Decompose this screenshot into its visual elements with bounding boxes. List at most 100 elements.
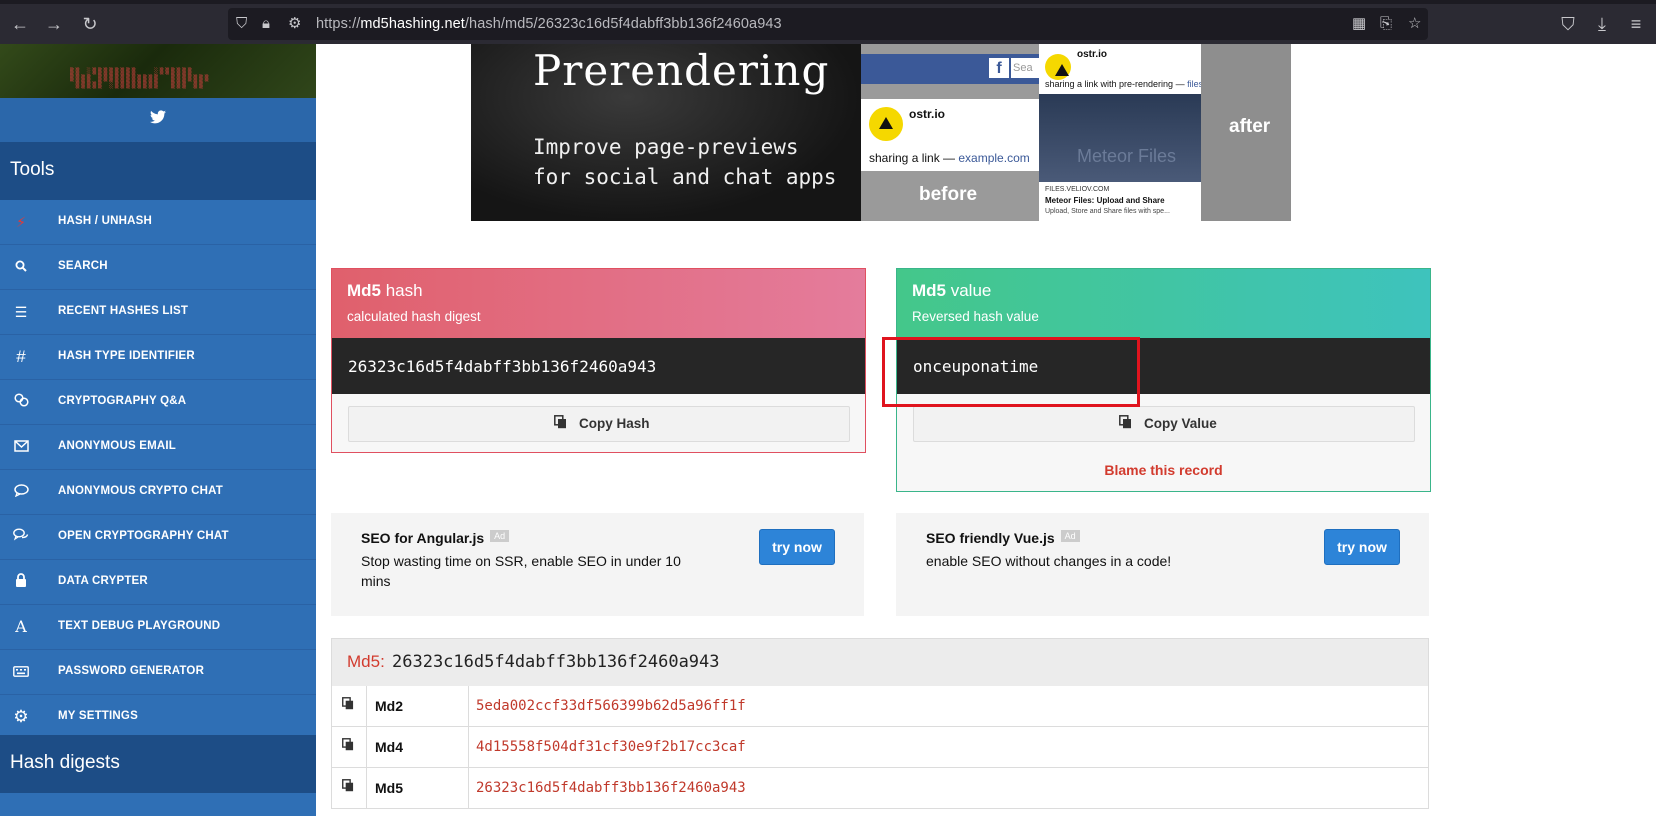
hash-digests-section-header: Hash digests xyxy=(0,735,316,793)
copy-row-button[interactable] xyxy=(332,727,367,767)
sidebar-item-label: HASH / UNHASH xyxy=(58,215,152,227)
hash-box-title: Md5 hash xyxy=(347,281,423,300)
hash-digests-title: Hash digests xyxy=(10,752,120,773)
hash-value-text[interactable]: 26323c16d5f4dabff3bb136f2460a943 xyxy=(348,357,656,376)
sidebar-item-password-generator[interactable]: PASSWORD GENERATOR xyxy=(0,650,316,695)
url-text[interactable]: https://md5hashing.net/hash/md5/26323c16… xyxy=(316,16,782,32)
sidebar-item-label: TEXT DEBUG PLAYGROUND xyxy=(58,620,221,632)
sidebar-item-label: ANONYMOUS CRYPTO CHAT xyxy=(58,485,223,497)
card1-share-text: sharing a link — example.com xyxy=(869,151,1030,165)
copy-value-button[interactable]: Copy Value xyxy=(913,406,1415,442)
sidebar-item-cryptography-qa[interactable]: CRYPTOGRAPHY Q&A xyxy=(0,380,316,425)
sidebar-item-search[interactable]: SEARCH xyxy=(0,245,316,290)
preview-card-after: ostr.io sharing a link with pre-renderin… xyxy=(1039,44,1247,221)
table-row: Md5 26323c16d5f4dabff3bb136f2460a943 xyxy=(331,768,1429,809)
try-now-button[interactable]: try now xyxy=(759,529,835,565)
before-label: before xyxy=(919,184,978,205)
ostr-logo-icon xyxy=(1045,54,1071,80)
md5-hash-box: Md5 hash calculated hash digest 26323c16… xyxy=(331,268,866,453)
card2-description: Upload, Store and Share files with spe..… xyxy=(1045,208,1170,215)
reload-icon[interactable]: ↻ xyxy=(80,14,100,34)
try-now-button[interactable]: try now xyxy=(1324,529,1400,565)
comments-icon xyxy=(12,528,30,546)
sidebar-item-label: MY SETTINGS xyxy=(58,710,138,722)
banner-subtitle-line2: for social and chat apps xyxy=(533,165,837,189)
tools-section-header: Tools xyxy=(0,142,316,200)
copy-value-label: Copy Value xyxy=(1144,416,1217,431)
font-icon: A xyxy=(15,617,27,636)
sidebar-item-label: OPEN CRYPTOGRAPHY CHAT xyxy=(58,530,229,542)
reader-mode-icon[interactable]: ⎘ xyxy=(1380,15,1392,33)
algo-cell: Md2 xyxy=(367,686,469,726)
bookmark-star-icon[interactable]: ☆ xyxy=(1408,15,1421,33)
twitter-bar xyxy=(0,98,316,142)
permissions-icon[interactable]: ⚙ xyxy=(288,15,301,33)
list-icon: ☰ xyxy=(14,304,28,320)
sidebar-item-label: ANONYMOUS EMAIL xyxy=(58,440,176,452)
hash-cell[interactable]: 5eda002ccf33df566399b62d5a96ff1f xyxy=(476,698,746,714)
twitter-icon[interactable] xyxy=(148,110,168,130)
shield-icon[interactable]: ⛉ xyxy=(236,15,247,33)
value-box-title: Md5 value xyxy=(912,281,992,300)
back-arrow-icon[interactable]: ← xyxy=(10,14,30,34)
copy-icon xyxy=(342,779,354,795)
copy-hash-label: Copy Hash xyxy=(579,416,650,431)
hash-cell[interactable]: 26323c16d5f4dabff3bb136f2460a943 xyxy=(476,780,746,796)
sidebar-item-label: PASSWORD GENERATOR xyxy=(58,665,205,677)
sidebar-header-image: ▒▒ ░▒▒▒▒▒▒▒▒ ░▒▒▒▒▒▒ ▒▒▒▒ ▒▒▒▒▒▒▒▒▒▒▒ ▒▒… xyxy=(0,44,316,98)
pocket-icon[interactable]: ⛉ xyxy=(1558,14,1578,34)
qr-code-icon[interactable]: ▦ xyxy=(1352,15,1366,33)
digest-table-header: Md5: 26323c16d5f4dabff3bb136f2460a943 xyxy=(331,638,1429,687)
sidebar-item-recent-hashes[interactable]: ☰ RECENT HASHES LIST xyxy=(0,290,316,335)
table-row: Md4 4d15558f504df31cf30e9f2b17cc3caf xyxy=(331,727,1429,768)
chat-bubbles-icon xyxy=(12,393,30,411)
hash-cell[interactable]: 4d15558f504df31cf30e9f2b17cc3caf xyxy=(476,739,746,755)
sidebar-item-text-debug-playground[interactable]: A TEXT DEBUG PLAYGROUND xyxy=(0,605,316,650)
card2-domain: FILES.VELIOV.COM xyxy=(1045,186,1110,193)
ad-tag: Ad xyxy=(1060,530,1080,542)
sidebar-item-hash-unhash[interactable]: ⚡︎ HASH / UNHASH xyxy=(0,200,316,245)
digest-header-hash: 26323c16d5f4dabff3bb136f2460a943 xyxy=(392,652,720,672)
url-prefix: https:// xyxy=(316,16,361,32)
sidebar-item-open-cryptography-chat[interactable]: OPEN CRYPTOGRAPHY CHAT xyxy=(0,515,316,560)
download-icon[interactable]: ⤓ xyxy=(1592,14,1612,34)
hash-value-field[interactable]: 26323c16d5f4dabff3bb136f2460a943 xyxy=(332,338,865,394)
tools-menu: ⚡︎ HASH / UNHASH SEARCH ☰ RECENT HASHES … xyxy=(0,200,316,740)
lock-icon[interactable]: 🔒︎ xyxy=(262,15,270,33)
sidebar-item-anonymous-email[interactable]: ANONYMOUS EMAIL xyxy=(0,425,316,470)
copy-row-button[interactable] xyxy=(332,768,367,808)
menu-icon[interactable]: ≡ xyxy=(1626,14,1646,34)
sidebar-item-hash-type-identifier[interactable]: # HASH TYPE IDENTIFIER xyxy=(0,335,316,380)
banner-subtitle-line1: Improve page-previews xyxy=(533,135,799,159)
algo-cell: Md4 xyxy=(367,727,469,767)
blame-record-link[interactable]: Blame this record xyxy=(897,462,1430,478)
ad-vue: SEO friendly Vue.js Ad enable SEO without… xyxy=(896,513,1429,616)
copy-row-button[interactable] xyxy=(332,686,367,726)
search-icon xyxy=(12,258,30,276)
sidebar-item-data-crypter[interactable]: DATA CRYPTER xyxy=(0,560,316,605)
ad-description: Stop wasting time on SSR, enable SEO in … xyxy=(361,553,681,589)
url-path: /hash/md5/26323c16d5f4dabff3bb136f2460a9… xyxy=(464,16,782,32)
copy-hash-button[interactable]: Copy Hash xyxy=(348,406,850,442)
copy-icon xyxy=(1119,415,1132,432)
sidebar-item-anonymous-crypto-chat[interactable]: ANONYMOUS CRYPTO CHAT xyxy=(0,470,316,515)
table-row: Md2 5eda002ccf33df566399b62d5a96ff1f xyxy=(331,686,1429,727)
meteor-files-image-text: Meteor Files xyxy=(1077,146,1177,166)
sidebar-item-my-settings[interactable]: ⚙ MY SETTINGS xyxy=(0,695,316,740)
address-bar[interactable]: ⛉ 🔒︎ ⚙ https://md5hashing.net/hash/md5/2… xyxy=(228,8,1428,40)
value-box-subtitle: Reversed hash value xyxy=(912,309,1039,324)
preview-post: ostr.io sharing a link — example.com xyxy=(861,99,1041,171)
sidebar: ▒▒ ░▒▒▒▒▒▒▒▒ ░▒▒▒▒▒▒ ▒▒▒▒ ▒▒▒▒▒▒▒▒▒▒▒ ▒▒… xyxy=(0,44,316,816)
copy-icon xyxy=(554,415,567,432)
banner-heading: Prerendering xyxy=(533,46,830,95)
hash-digest-table: Md5: 26323c16d5f4dabff3bb136f2460a943 Md… xyxy=(331,638,1429,816)
preview-card-before: f Sea ostr.io sharing a link — example.c… xyxy=(861,44,1043,221)
prerendering-banner[interactable]: Prerendering Improve page-previews for s… xyxy=(471,44,1291,221)
comment-icon xyxy=(12,483,30,501)
url-host: md5hashing.net xyxy=(360,16,465,32)
sidebar-item-label: CRYPTOGRAPHY Q&A xyxy=(58,395,187,407)
after-panel: after xyxy=(1201,44,1291,221)
tools-title: Tools xyxy=(10,159,55,180)
facebook-icon: f xyxy=(989,58,1009,78)
forward-arrow-icon[interactable]: → xyxy=(44,14,64,34)
